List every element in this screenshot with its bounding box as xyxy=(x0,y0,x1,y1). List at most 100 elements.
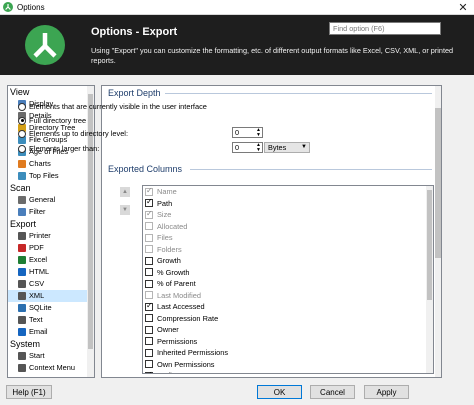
column-item[interactable]: ✓ Path xyxy=(143,197,433,210)
radio-full-directory-tree[interactable]: Full directory tree xyxy=(18,115,86,126)
column-checkbox[interactable] xyxy=(145,337,153,346)
nav-item-top-files[interactable]: Top Files xyxy=(8,170,94,182)
nav-item-label: Filter xyxy=(29,207,46,216)
move-down-button[interactable]: ▼ xyxy=(120,205,130,215)
column-item[interactable]: Owner xyxy=(143,324,433,336)
title-bar: Options ✕ xyxy=(0,0,474,15)
help-button[interactable]: Help (F1) xyxy=(6,385,52,399)
column-checkbox[interactable] xyxy=(145,279,153,288)
html-icon xyxy=(18,268,26,276)
column-checkbox[interactable] xyxy=(145,348,153,357)
column-label: Last Modified xyxy=(157,290,201,300)
nav-item-html[interactable]: HTML xyxy=(8,266,94,278)
nav-item-sqlite[interactable]: SQLite xyxy=(8,302,94,314)
gear-icon xyxy=(18,196,26,204)
column-checkbox[interactable]: ✓ xyxy=(145,301,153,311)
column-checkbox xyxy=(145,291,153,300)
column-item[interactable]: % of Parent xyxy=(143,278,433,290)
column-item[interactable]: ✓ Last Accessed xyxy=(143,301,433,313)
nav-item-csv[interactable]: CSV xyxy=(8,278,94,290)
size-threshold-spinner[interactable]: 0 ▲ ▼ xyxy=(232,142,263,153)
spinner-value: 0 xyxy=(235,143,240,152)
radio-button[interactable] xyxy=(18,129,26,138)
column-label: Owner xyxy=(157,325,179,335)
column-item[interactable]: ✓ Attributes xyxy=(143,370,433,373)
cancel-button[interactable]: Cancel xyxy=(310,385,355,399)
column-checkbox xyxy=(145,245,153,254)
radio-button[interactable] xyxy=(18,102,26,111)
exported-columns-divider xyxy=(190,169,432,170)
radio-label: Elements that are currently visible in t… xyxy=(29,102,207,111)
nav-item-charts[interactable]: Charts xyxy=(8,158,94,170)
radio-visible-elements[interactable]: Elements that are currently visible in t… xyxy=(18,101,207,112)
column-item[interactable]: Growth xyxy=(143,255,433,267)
radio-button[interactable] xyxy=(18,144,26,153)
columns-scrollbar[interactable] xyxy=(426,186,433,373)
page-description: Using "Export" you can customize the for… xyxy=(91,46,454,65)
column-item[interactable]: Inherited Permissions xyxy=(143,347,433,359)
apply-button[interactable]: Apply xyxy=(364,385,409,399)
nav-item-general[interactable]: General xyxy=(8,194,94,206)
column-checkbox[interactable] xyxy=(145,314,153,323)
column-label: Compression Rate xyxy=(157,313,219,323)
find-option-input[interactable]: Find option (F6) xyxy=(329,22,441,35)
nav-item-label: Printer xyxy=(29,231,51,240)
column-checkbox[interactable] xyxy=(145,256,153,265)
column-item[interactable]: % Growth xyxy=(143,267,433,279)
email-icon xyxy=(18,328,26,336)
radio-button[interactable] xyxy=(18,116,26,125)
move-up-button[interactable]: ▲ xyxy=(120,187,130,197)
nav-item-filter[interactable]: Filter xyxy=(8,206,94,218)
column-label: Path xyxy=(157,198,173,208)
column-item: Folders xyxy=(143,244,433,256)
column-checkbox: ✓ xyxy=(145,209,153,219)
column-checkbox: ✓ xyxy=(145,186,153,196)
sqlite-icon xyxy=(18,304,26,312)
column-checkbox xyxy=(145,222,153,231)
spinner-arrows-icon[interactable]: ▲ ▼ xyxy=(256,143,261,153)
column-item[interactable]: Permissions xyxy=(143,336,433,348)
settings-scrollbar[interactable] xyxy=(435,86,441,377)
nav-item-excel[interactable]: Excel xyxy=(8,254,94,266)
column-checkbox[interactable] xyxy=(145,325,153,334)
size-unit-dropdown[interactable]: Bytes ▼ xyxy=(264,142,310,153)
radio-elements-larger-than[interactable]: Elements larger than: xyxy=(18,143,99,154)
nav-item-printer[interactable]: Printer xyxy=(8,230,94,242)
column-checkbox[interactable] xyxy=(145,360,153,369)
settings-scrollbar-thumb[interactable] xyxy=(435,108,441,258)
nav-item-label: Email xyxy=(29,327,48,336)
nav-item-text[interactable]: Text xyxy=(8,314,94,326)
csv-icon xyxy=(18,280,26,288)
xml-icon xyxy=(18,292,26,300)
nav-item-pdf[interactable]: PDF xyxy=(8,242,94,254)
window-title: Options xyxy=(17,2,45,12)
size-unit-value: Bytes xyxy=(268,143,287,152)
column-item[interactable]: Compression Rate xyxy=(143,313,433,325)
nav-category: Export xyxy=(10,219,37,229)
column-item: Files xyxy=(143,232,433,244)
arrow-up-icon: ▲ xyxy=(122,189,128,195)
close-button[interactable]: ✕ xyxy=(452,0,474,15)
column-label: % of Parent xyxy=(157,279,196,289)
top-files-icon xyxy=(18,172,26,180)
nav-item-start[interactable]: Start xyxy=(8,350,94,362)
column-checkbox[interactable] xyxy=(145,268,153,277)
directory-level-spinner[interactable]: 0 ▲ ▼ xyxy=(232,127,263,138)
column-checkbox[interactable]: ✓ xyxy=(145,370,153,373)
nav-category: Scan xyxy=(10,183,31,193)
exported-columns-list[interactable]: ✓ Name ✓ Path ✓ Size Allocated Files Folders Grow… xyxy=(142,185,434,374)
column-checkbox[interactable]: ✓ xyxy=(145,197,153,208)
nav-item-context-menu[interactable]: Context Menu xyxy=(8,362,94,374)
column-item[interactable]: Own Permissions xyxy=(143,359,433,371)
spinner-arrows-icon[interactable]: ▲ ▼ xyxy=(256,128,261,138)
page-title: Options - Export xyxy=(91,26,178,38)
treesize-logo-icon xyxy=(25,25,65,65)
checkmark-icon: ✓ xyxy=(146,197,153,207)
nav-item-label: Start xyxy=(29,351,45,360)
chevron-down-icon: ▼ xyxy=(301,144,307,150)
nav-item-email[interactable]: Email xyxy=(8,326,94,338)
radio-directory-level[interactable]: Elements up to directory level: xyxy=(18,128,128,139)
nav-item-xml[interactable]: XML xyxy=(8,290,94,302)
columns-scrollbar-thumb[interactable] xyxy=(427,190,432,300)
ok-button[interactable]: OK xyxy=(257,385,302,399)
